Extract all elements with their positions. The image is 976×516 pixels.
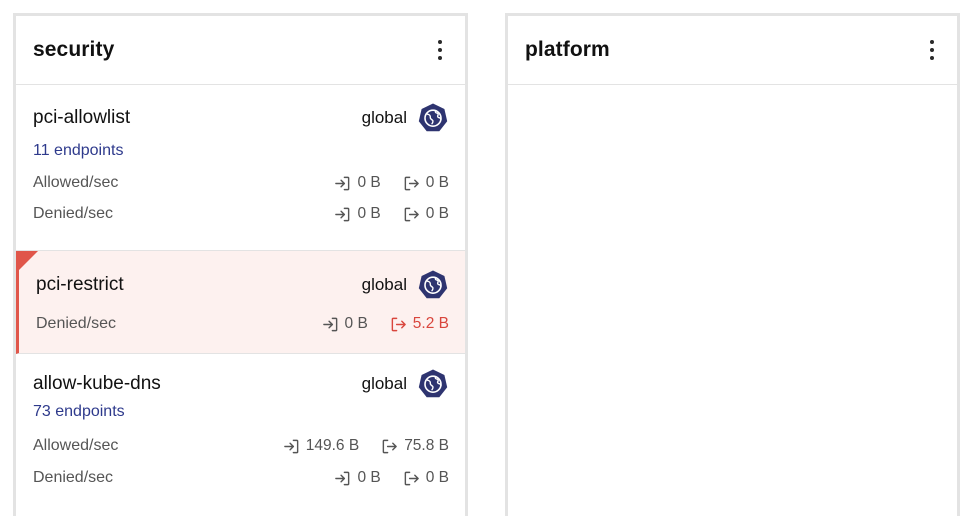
egress-icon [403, 470, 420, 487]
policy-name[interactable]: pci-restrict [36, 274, 124, 296]
policy-card-pci-allowlist[interactable]: pci-allowlist global 11 endpoints Allowe… [16, 85, 465, 251]
globe-badge-icon [417, 368, 449, 400]
kebab-menu-icon[interactable] [922, 37, 942, 63]
policy-name[interactable]: pci-allowlist [33, 107, 130, 129]
egress-value: 5.2 B [412, 315, 449, 332]
metrics: 0 B 0 B [334, 469, 449, 487]
egress-metric: 5.2 B [390, 315, 449, 333]
egress-metric: 0 B [403, 469, 449, 487]
endpoints-link[interactable]: 73 endpoints [33, 403, 449, 421]
ingress-value: 0 B [357, 174, 381, 191]
ingress-icon [334, 175, 351, 192]
ingress-metric: 149.6 B [283, 437, 359, 455]
policy-scope: global [362, 368, 449, 400]
egress-value: 0 B [425, 174, 449, 191]
denied-per-sec-row: Denied/sec 0 B 0 B [33, 205, 449, 223]
metrics: 0 B 0 B [334, 205, 449, 223]
egress-value: 0 B [425, 469, 449, 486]
policy-card-header: allow-kube-dns global [33, 354, 449, 400]
egress-icon [381, 438, 398, 455]
column-header: platform [508, 16, 957, 85]
policy-card-header: pci-restrict global [36, 251, 449, 301]
ingress-value: 0 B [344, 315, 368, 332]
row-label: Allowed/sec [33, 437, 119, 454]
ingress-metric: 0 B [322, 315, 368, 333]
policy-name[interactable]: allow-kube-dns [33, 373, 161, 395]
ingress-icon [334, 206, 351, 223]
metrics: 149.6 B 75.8 B [283, 437, 449, 455]
scope-label: global [361, 108, 407, 127]
ingress-value: 0 B [357, 205, 381, 222]
ingress-icon [283, 438, 300, 455]
row-label: Denied/sec [33, 469, 114, 486]
egress-icon [403, 175, 420, 192]
scope-label: global [361, 275, 407, 294]
ingress-metric: 0 B [334, 205, 381, 223]
egress-value: 75.8 B [404, 437, 449, 454]
ingress-value: 149.6 B [305, 437, 360, 454]
policy-column-security: security pci-allowlist global 11 endpoin… [13, 13, 468, 516]
allowed-per-sec-row: Allowed/sec 0 B 0 B [33, 174, 449, 192]
row-label: Allowed/sec [33, 174, 119, 191]
globe-badge-icon [417, 102, 449, 134]
denied-per-sec-row: Denied/sec 0 B 0 B [33, 469, 449, 487]
endpoints-link[interactable]: 11 endpoints [33, 142, 449, 160]
policy-card-allow-kube-dns[interactable]: allow-kube-dns global 73 endpoints Allow… [16, 354, 465, 516]
policy-scope: global [362, 102, 449, 134]
metrics: 0 B 0 B [334, 174, 449, 192]
ingress-metric: 0 B [334, 469, 381, 487]
egress-metric: 0 B [403, 174, 449, 192]
ingress-icon [322, 316, 339, 333]
egress-metric: 0 B [403, 205, 449, 223]
allowed-per-sec-row: Allowed/sec 149.6 B 75.8 B [33, 437, 449, 455]
column-title: security [33, 38, 115, 61]
globe-badge-icon [417, 269, 449, 301]
egress-value: 0 B [425, 205, 449, 222]
policy-card-header: pci-allowlist global [33, 85, 449, 134]
egress-icon [403, 206, 420, 223]
ingress-metric: 0 B [334, 174, 381, 192]
ingress-icon [334, 470, 351, 487]
kebab-menu-icon[interactable] [430, 37, 450, 63]
alert-corner-marker [16, 251, 38, 273]
metrics: 0 B 5.2 B [322, 315, 449, 333]
column-title: platform [525, 38, 610, 61]
egress-metric: 75.8 B [381, 437, 449, 455]
row-label: Denied/sec [36, 315, 117, 332]
row-label: Denied/sec [33, 205, 114, 222]
policy-card-pci-restrict[interactable]: pci-restrict global Denied/sec 0 B 5.2 B [16, 251, 465, 354]
column-header: security [16, 16, 465, 85]
denied-per-sec-row: Denied/sec 0 B 5.2 B [36, 315, 449, 333]
policy-scope: global [362, 269, 449, 301]
ingress-value: 0 B [357, 469, 381, 486]
policy-column-platform: platform [505, 13, 960, 516]
scope-label: global [361, 374, 407, 393]
egress-icon [390, 316, 407, 333]
